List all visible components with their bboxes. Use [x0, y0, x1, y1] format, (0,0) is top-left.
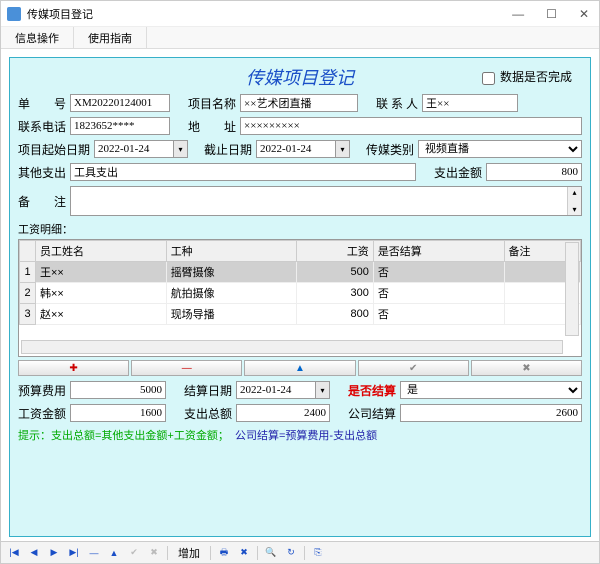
- label-wage-amount: 工资金额: [18, 405, 66, 422]
- grid-up-button[interactable]: ▲: [244, 360, 355, 376]
- menu-guide[interactable]: 使用指南: [74, 27, 147, 48]
- app-icon: [7, 7, 21, 21]
- window-title: 传媒项目登记: [27, 6, 508, 22]
- is-settle-select[interactable]: 是: [400, 381, 582, 399]
- delete-icon[interactable]: ✖: [235, 545, 253, 561]
- media-type-select[interactable]: 视频直播: [418, 140, 582, 158]
- grid-vscrollbar[interactable]: [565, 242, 579, 336]
- contact-field[interactable]: [422, 94, 518, 112]
- label-other-expense: 其他支出: [18, 164, 66, 181]
- label-media-type: 传媒类别: [366, 141, 414, 158]
- last-record-button[interactable]: ▶|: [65, 545, 83, 561]
- amount-field[interactable]: [486, 163, 582, 181]
- maximize-button[interactable]: ☐: [542, 7, 561, 21]
- start-date-field[interactable]: [94, 140, 174, 158]
- expense-total-field[interactable]: [236, 404, 330, 422]
- grid-header-row: 员工姓名 工种 工资 是否结算 备注: [20, 241, 581, 262]
- toolbar-check-button[interactable]: ✔: [125, 545, 143, 561]
- order-no-field[interactable]: [70, 94, 170, 112]
- print-icon[interactable]: 🖶: [215, 545, 233, 561]
- wage-amount-field[interactable]: [70, 404, 166, 422]
- grid-confirm-button[interactable]: ✔: [358, 360, 469, 376]
- end-date-picker-icon[interactable]: ▾: [336, 140, 350, 158]
- label-detail: 工资明细：: [18, 221, 582, 237]
- remark-scrollbar[interactable]: ▴▾: [567, 187, 581, 215]
- complete-checkbox[interactable]: [482, 72, 495, 85]
- minimize-button[interactable]: —: [508, 7, 528, 21]
- remark-textarea[interactable]: ▴▾: [70, 186, 582, 216]
- add-record-button[interactable]: 增加: [172, 545, 206, 561]
- grid-add-button[interactable]: ✚: [18, 360, 129, 376]
- menubar: 信息操作 使用指南: [1, 27, 599, 49]
- label-remark: 备 注: [18, 193, 66, 210]
- export-icon[interactable]: ⎘: [309, 545, 327, 561]
- close-button[interactable]: ✕: [575, 7, 593, 21]
- tip-text: 提示：支出总额=其他支出金额+工资金额； 公司结算=预算费用-支出总额: [18, 427, 582, 443]
- label-contact: 联 系 人: [376, 95, 418, 112]
- end-date-field[interactable]: [256, 140, 336, 158]
- prev-record-button[interactable]: ◀: [25, 545, 43, 561]
- label-project-name: 项目名称: [188, 95, 236, 112]
- toolbar-up-button[interactable]: ▲: [105, 545, 123, 561]
- label-expense-total: 支出总额: [184, 405, 232, 422]
- label-end-date: 截止日期: [204, 141, 252, 158]
- toolbar-minus-button[interactable]: —: [85, 545, 103, 561]
- grid-hscrollbar[interactable]: [21, 340, 563, 354]
- settle-date-picker-icon[interactable]: ▾: [316, 381, 330, 399]
- complete-checkbox-label[interactable]: 数据是否完成: [482, 68, 572, 85]
- label-budget: 预算费用: [18, 382, 66, 399]
- label-settle-date: 结算日期: [184, 382, 232, 399]
- budget-field[interactable]: [70, 381, 166, 399]
- next-record-button[interactable]: ▶: [45, 545, 63, 561]
- grid-delete-button[interactable]: —: [131, 360, 242, 376]
- settle-date-field[interactable]: [236, 381, 316, 399]
- start-date-picker-icon[interactable]: ▾: [174, 140, 188, 158]
- main-panel: 传媒项目登记 数据是否完成 单 号 项目名称 联 系 人 联系电话 地 址: [9, 57, 591, 537]
- label-address: 地 址: [188, 118, 236, 135]
- table-row[interactable]: 3 赵××现场导播 800否: [20, 304, 581, 325]
- project-name-field[interactable]: [240, 94, 358, 112]
- label-is-settle: 是否结算: [348, 382, 396, 399]
- titlebar: 传媒项目登记 — ☐ ✕: [1, 1, 599, 27]
- toolbar-cancel-button[interactable]: ✖: [145, 545, 163, 561]
- first-record-button[interactable]: |◀: [5, 545, 23, 561]
- label-order-no: 单 号: [18, 95, 66, 112]
- menu-info[interactable]: 信息操作: [1, 27, 74, 48]
- grid-nav: ✚ — ▲ ✔ ✖: [18, 360, 582, 376]
- address-field[interactable]: [240, 117, 582, 135]
- refresh-icon[interactable]: ↻: [282, 545, 300, 561]
- search-icon[interactable]: 🔍: [262, 545, 280, 561]
- label-amount: 支出金额: [434, 164, 482, 181]
- record-toolbar: |◀ ◀ ▶ ▶| — ▲ ✔ ✖ 增加 🖶 ✖ 🔍 ↻ ⎘: [1, 541, 599, 563]
- phone-field[interactable]: [70, 117, 170, 135]
- other-expense-field[interactable]: [70, 163, 416, 181]
- wage-grid: 员工姓名 工种 工资 是否结算 备注 1 王××摇臂摄像 500否 2 韩××航…: [18, 239, 582, 357]
- table-row[interactable]: 1 王××摇臂摄像 500否: [20, 262, 581, 283]
- label-phone: 联系电话: [18, 118, 66, 135]
- company-settle-field[interactable]: [400, 404, 582, 422]
- grid-cancel-button[interactable]: ✖: [471, 360, 582, 376]
- table-row[interactable]: 2 韩××航拍摄像 300否: [20, 283, 581, 304]
- label-start-date: 项目起始日期: [18, 141, 90, 158]
- label-company-settle: 公司结算: [348, 405, 396, 422]
